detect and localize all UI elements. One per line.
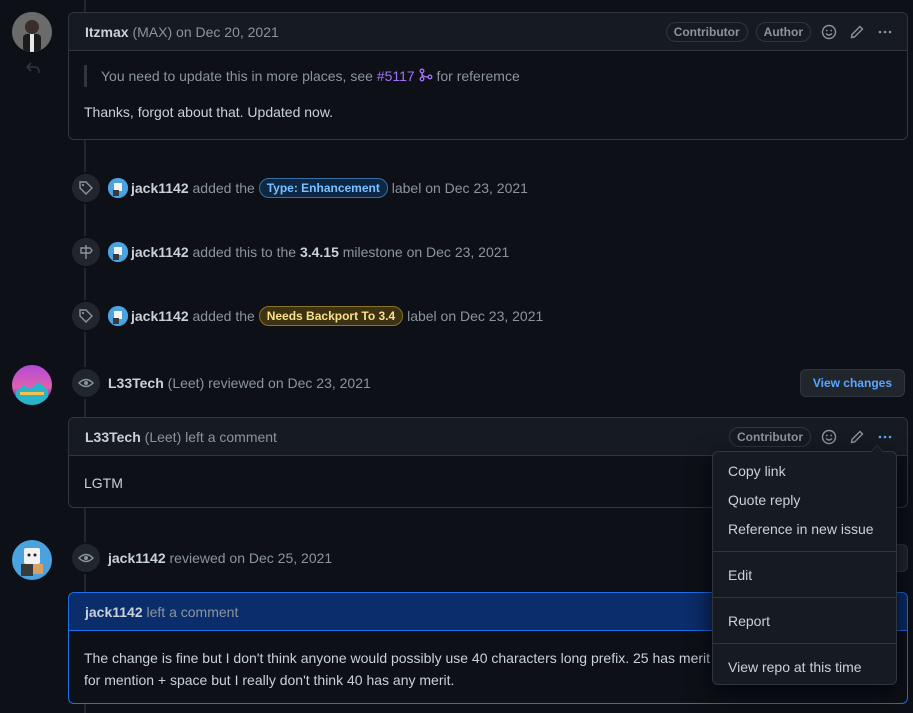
eye-icon (70, 367, 102, 399)
milestone-link[interactable]: 3.4.15 (300, 244, 339, 260)
avatar-jack1142[interactable] (108, 178, 128, 198)
comment-author[interactable]: jack1142 (85, 604, 143, 620)
quote-suffix: for referemce (436, 68, 520, 84)
timeline-event-review: jack1142 reviewed on Dec 25, 2021 (70, 542, 332, 574)
avatar-jack1142[interactable] (108, 242, 128, 262)
review-text[interactable]: reviewed on Dec 23, 2021 (208, 375, 371, 391)
label-type-enhancement[interactable]: Type: Enhancement (258, 178, 388, 198)
comment-author-fullname: (Leet) (144, 428, 182, 445)
avatar-itzmax[interactable] (12, 12, 52, 52)
comment-action: left a comment (185, 428, 277, 445)
menu-item-reference-new-issue[interactable]: Reference in new issue (713, 514, 896, 543)
pencil-icon[interactable] (847, 22, 867, 42)
comment-options-menu: Copy link Quote reply Reference in new i… (712, 445, 897, 685)
menu-divider (713, 551, 896, 552)
event-text: added the (192, 180, 255, 196)
comment-author-fullname: (MAX) (132, 23, 173, 40)
avatar-jack1142[interactable] (108, 306, 128, 326)
menu-item-copy-link[interactable]: Copy link (713, 456, 896, 485)
comment-author[interactable]: Itzmax (85, 24, 129, 40)
contributor-badge: Contributor (665, 22, 748, 42)
comment-date[interactable]: on Dec 20, 2021 (176, 24, 279, 40)
view-changes-button[interactable]: View changes (799, 369, 905, 397)
comment-action: left a comment (146, 603, 239, 620)
tag-icon (70, 172, 102, 204)
event-text: added this to the (192, 244, 297, 260)
menu-item-edit[interactable]: Edit (713, 560, 896, 589)
label-needs-backport[interactable]: Needs Backport To 3.4 (258, 306, 404, 326)
timeline-event-review: L33Tech (Leet) reviewed on Dec 23, 2021 … (70, 367, 910, 399)
timeline-event-label: jack1142 added the Needs Backport To 3.4… (70, 300, 543, 332)
pr-link[interactable]: #5117 (377, 68, 415, 84)
event-text-after: milestone on Dec 23, 2021 (342, 244, 510, 260)
smiley-icon[interactable] (819, 427, 839, 447)
comment-header: Itzmax (MAX) on Dec 20, 2021 Contributor… (69, 13, 907, 51)
menu-item-report[interactable]: Report (713, 606, 896, 635)
avatar-l33tech[interactable] (12, 365, 52, 405)
quote-text: You need to update this in more places, … (101, 68, 373, 84)
event-text-after: label on Dec 23, 2021 (391, 180, 528, 196)
event-text: added the (192, 308, 255, 324)
event-text-after: label on Dec 23, 2021 (407, 308, 544, 324)
comment-itzmax: Itzmax (MAX) on Dec 20, 2021 Contributor… (68, 12, 908, 140)
eye-icon (70, 542, 102, 574)
event-user[interactable]: jack1142 (131, 308, 189, 324)
smiley-icon[interactable] (819, 22, 839, 42)
event-user[interactable]: jack1142 (131, 244, 189, 260)
timeline-event-milestone: jack1142 added this to the 3.4.15 milest… (70, 236, 509, 268)
menu-divider (713, 597, 896, 598)
kebab-menu-icon[interactable] (875, 427, 895, 447)
kebab-menu-icon[interactable] (875, 22, 895, 42)
review-user[interactable]: L33Tech (108, 375, 164, 391)
comment-text: Thanks, forgot about that. Updated now. (84, 104, 334, 120)
review-user[interactable]: jack1142 (108, 550, 166, 566)
review-user-fullname: (Leet) (167, 375, 205, 391)
contributor-badge: Contributor (729, 427, 811, 447)
tag-icon (70, 300, 102, 332)
menu-divider (713, 643, 896, 644)
avatar-jack1142-large[interactable] (12, 540, 52, 580)
event-user[interactable]: jack1142 (131, 180, 189, 196)
timeline-event-label: jack1142 added the Type: Enhancement lab… (70, 172, 528, 204)
reply-arrow-icon[interactable] (25, 60, 41, 79)
author-badge: Author (755, 22, 811, 42)
comment-body: You need to update this in more places, … (69, 51, 907, 137)
git-merge-icon (419, 68, 433, 84)
review-text[interactable]: reviewed on Dec 25, 2021 (170, 550, 333, 566)
milestone-icon (70, 236, 102, 268)
pencil-icon[interactable] (847, 427, 867, 447)
menu-item-view-repo[interactable]: View repo at this time (713, 652, 896, 681)
blockquote: You need to update this in more places, … (84, 65, 892, 87)
comment-author[interactable]: L33Tech (85, 429, 141, 445)
menu-item-quote-reply[interactable]: Quote reply (713, 485, 896, 514)
